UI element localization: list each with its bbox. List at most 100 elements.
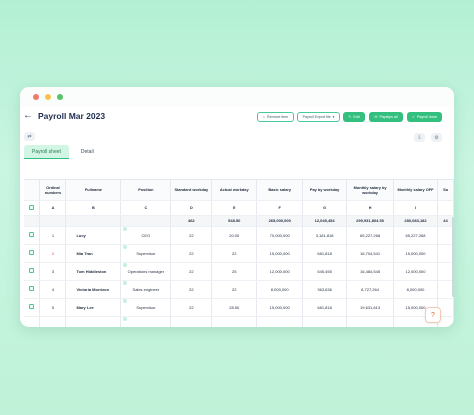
column-header[interactable]: Monthly salary OFF bbox=[393, 180, 438, 201]
minimize-window-dot[interactable] bbox=[45, 94, 51, 100]
cell-actual: 22 bbox=[211, 244, 258, 263]
column-header[interactable]: Monthly salary by workday bbox=[346, 180, 395, 201]
table-row[interactable]: 1 Lucy CEO 22 20.00 70,000,000 3,181,818… bbox=[24, 226, 454, 245]
collapse-icon[interactable]: ⇄ bbox=[24, 132, 35, 141]
total-cell: 462 bbox=[170, 215, 213, 227]
check-icon: ✓ bbox=[412, 115, 416, 119]
row-checkbox[interactable] bbox=[29, 304, 35, 309]
cell-name: Tom Hiddleston bbox=[65, 262, 122, 281]
cell-position: Sales engineer bbox=[120, 280, 172, 299]
payroll-done-button[interactable]: ✓ Payroll done bbox=[407, 112, 442, 122]
cell-basic: 8,000,000 bbox=[256, 280, 304, 299]
cell-no: 3 bbox=[39, 262, 67, 281]
total-cell: 548.50 bbox=[211, 215, 258, 227]
cell-basic: 15,000,000 bbox=[256, 244, 304, 263]
app-window: ← Payroll Mar 2023 ○ Remove item Payroll… bbox=[20, 87, 454, 327]
column-header[interactable]: Ordinal numbers bbox=[39, 180, 67, 201]
cell-off: 12,000,000 bbox=[393, 262, 438, 281]
table-row[interactable]: 3 Tom Hiddleston Operations manager 22 2… bbox=[24, 262, 454, 281]
edit-button[interactable]: ✎ Edit bbox=[343, 112, 365, 122]
column-letter: D bbox=[170, 200, 213, 216]
status-dot bbox=[123, 281, 127, 285]
cell-standard: 22 bbox=[170, 262, 213, 281]
total-cell: 280,083,182 bbox=[393, 215, 438, 227]
column-header[interactable]: Actual workday bbox=[211, 180, 258, 201]
remove-icon: ○ bbox=[262, 115, 265, 119]
cell-standard: 22 bbox=[170, 298, 213, 317]
cell-pay: 681,818 bbox=[302, 298, 348, 317]
cell-no: 4 bbox=[39, 280, 67, 299]
tab-bar: Payroll sheet Detail bbox=[24, 145, 102, 159]
export-file-button[interactable]: Payroll Export file ▾ bbox=[297, 112, 340, 122]
cell-basic: 12,000,000 bbox=[256, 262, 304, 281]
column-letter: F bbox=[256, 200, 304, 216]
column-header[interactable]: Sa bbox=[437, 180, 454, 201]
cell-basic: 70,000,000 bbox=[256, 226, 304, 245]
cell-off: 65,227,268 bbox=[393, 226, 438, 245]
arrow-left-icon[interactable]: ← bbox=[23, 110, 33, 121]
cell-no: 5 bbox=[39, 298, 67, 317]
tab-detail[interactable]: Detail bbox=[73, 145, 102, 159]
column-letter: I bbox=[393, 200, 438, 216]
row-checkbox[interactable] bbox=[29, 286, 35, 291]
column-letter: C bbox=[120, 200, 172, 216]
cell-off: 15,000,000 bbox=[393, 244, 438, 263]
total-cell: 12,045,454 bbox=[302, 215, 348, 227]
settings-icon[interactable]: ⚙ bbox=[431, 133, 442, 142]
cell-pay: 3,181,818 bbox=[302, 226, 348, 245]
maximize-window-dot[interactable] bbox=[57, 94, 63, 100]
cell-standard: 22 bbox=[170, 280, 213, 299]
table-row[interactable] bbox=[24, 316, 454, 327]
table-row[interactable]: 4 Victoria Morrizon Sales engineer 22 22… bbox=[24, 280, 454, 299]
cell-pay: 363,636 bbox=[302, 280, 348, 299]
help-icon[interactable]: ? bbox=[425, 307, 441, 323]
row-checkbox[interactable] bbox=[29, 268, 35, 273]
cell-position: Operations manager bbox=[120, 262, 172, 281]
table-row[interactable]: 2 Mia Tran Supervisor 22 22 15,000,000 6… bbox=[24, 244, 454, 263]
vertical-scrollbar[interactable] bbox=[452, 217, 454, 297]
status-dot bbox=[123, 263, 127, 267]
cell-position: Supervisor bbox=[120, 298, 172, 317]
download-icon[interactable]: ⇩ bbox=[414, 133, 425, 142]
table-row[interactable]: 5 Mary Lee Supervisor 22 28.50 15,000,00… bbox=[24, 298, 454, 317]
remove-item-button[interactable]: ○ Remove item bbox=[257, 112, 294, 122]
column-header[interactable]: Basic salary bbox=[256, 180, 304, 201]
cell-off: 8,000,000 bbox=[393, 280, 438, 299]
cell-standard: 22 bbox=[170, 226, 213, 245]
cell-name: Victoria Morrizon bbox=[65, 280, 122, 299]
cell-pay: 681,818 bbox=[302, 244, 348, 263]
status-dot bbox=[123, 227, 127, 231]
cell-actual: 25 bbox=[211, 262, 258, 281]
total-cell: 265,000,000 bbox=[256, 215, 304, 227]
cell-actual: 22 bbox=[211, 280, 258, 299]
column-header[interactable]: Position bbox=[120, 180, 172, 201]
column-header[interactable]: Pay by workday bbox=[302, 180, 348, 201]
total-cell: 299,931,804.50 bbox=[346, 215, 395, 227]
column-header[interactable]: Fullname bbox=[65, 180, 122, 201]
cell-pay: 545,455 bbox=[302, 262, 348, 281]
cell-basic: 15,000,000 bbox=[256, 298, 304, 317]
payslips-all-button[interactable]: ✉ Payslips all bbox=[369, 112, 403, 122]
totals-row: 462 548.50 265,000,000 12,045,454 299,93… bbox=[24, 215, 454, 227]
tab-payroll-sheet[interactable]: Payroll sheet bbox=[24, 145, 69, 159]
page-title: Payroll Mar 2023 bbox=[38, 111, 106, 121]
row-checkbox[interactable] bbox=[29, 250, 35, 255]
column-letter: H bbox=[346, 200, 395, 216]
row-checkbox[interactable] bbox=[29, 232, 35, 237]
column-letter: A bbox=[39, 200, 67, 216]
column-header[interactable]: Standard workday bbox=[170, 180, 213, 201]
cell-name: Lucy bbox=[65, 226, 122, 245]
column-letter: G bbox=[302, 200, 348, 216]
cell-position: CEO bbox=[120, 226, 172, 245]
status-dot bbox=[123, 245, 127, 249]
cell-standard: 22 bbox=[170, 244, 213, 263]
window-chrome bbox=[20, 87, 454, 107]
select-all-checkbox[interactable] bbox=[29, 204, 35, 210]
close-window-dot[interactable] bbox=[33, 94, 39, 100]
cell-monthly: 19,631,813 bbox=[346, 298, 395, 317]
payslip-icon: ✉ bbox=[374, 115, 378, 119]
cell-position: Supervisor bbox=[120, 244, 172, 263]
cell-no: 1 bbox=[39, 226, 67, 245]
cell-monthly: 65,227,268 bbox=[346, 226, 395, 245]
column-letter: B bbox=[65, 200, 122, 216]
